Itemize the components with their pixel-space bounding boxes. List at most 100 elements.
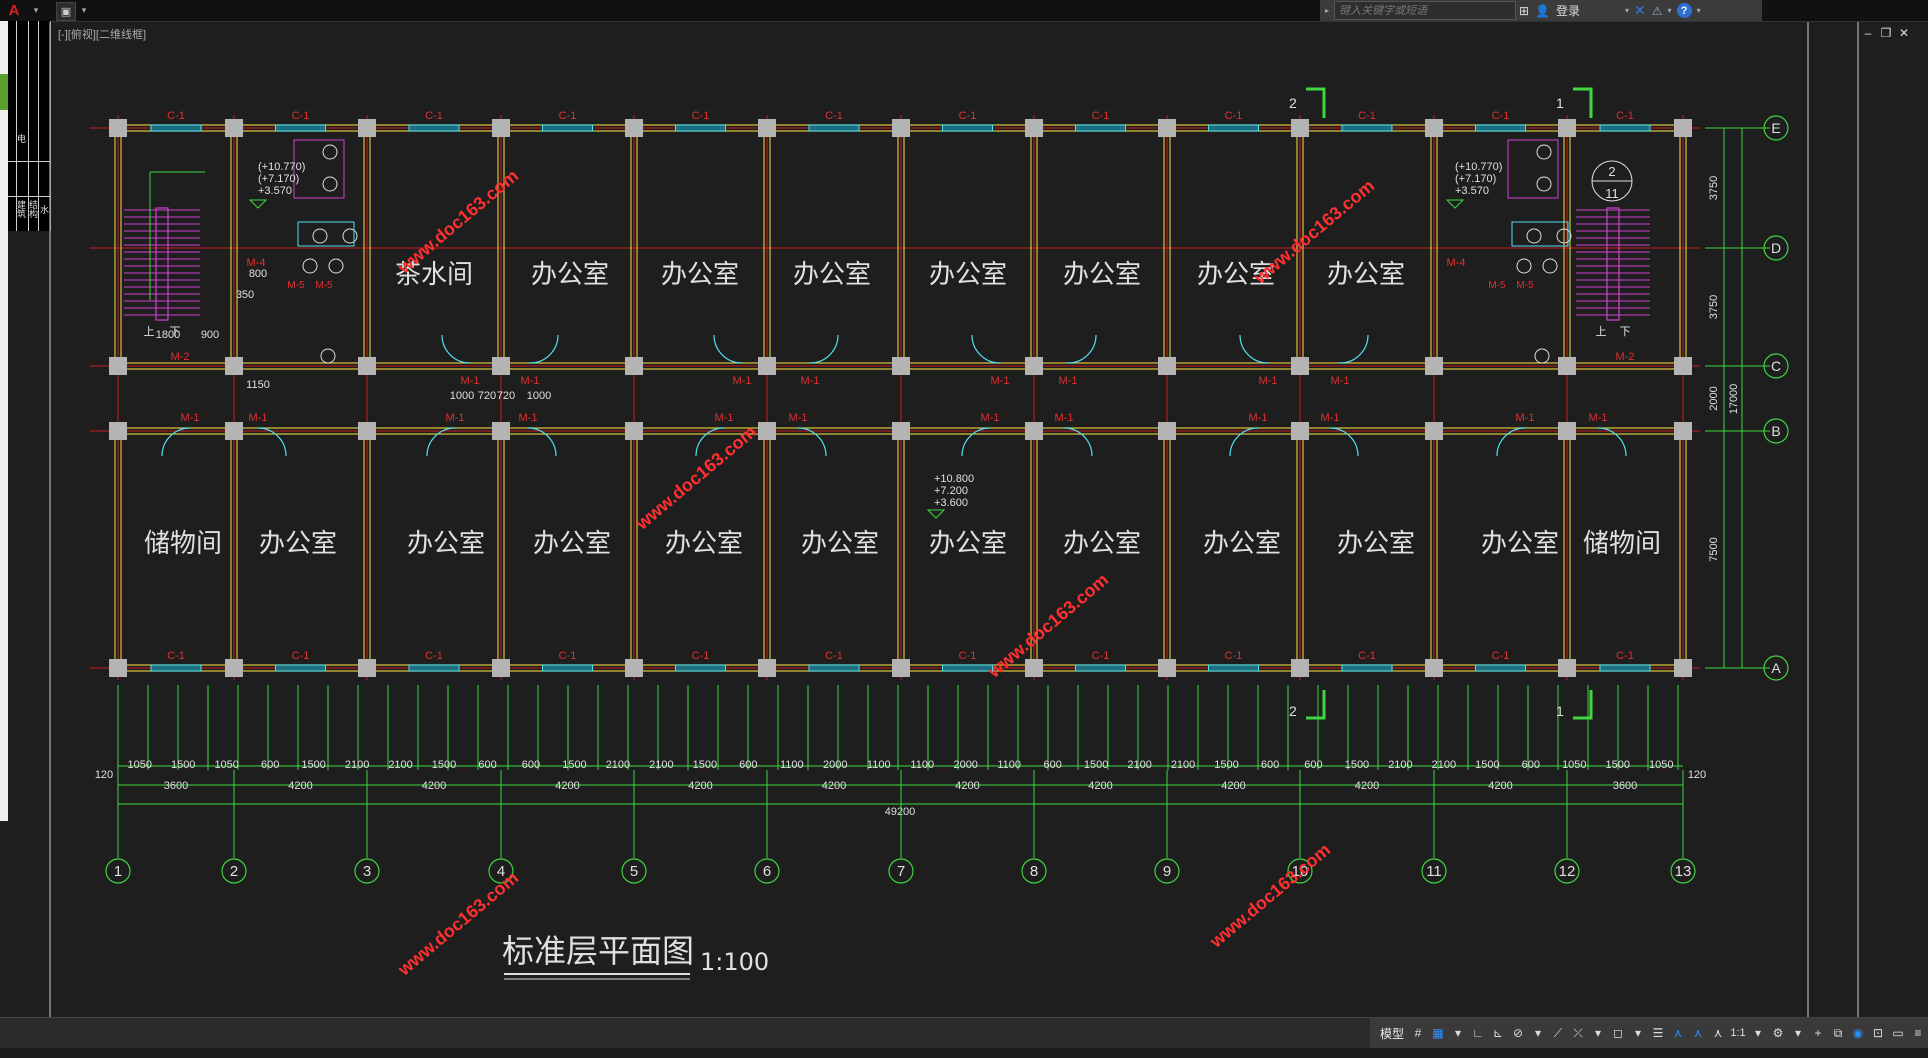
column	[109, 659, 127, 677]
plus-icon[interactable]: +	[1809, 1022, 1827, 1044]
room-label-bottom: 办公室	[533, 529, 611, 559]
stair-dim: 350	[236, 289, 254, 301]
units-icon[interactable]: ⧉	[1829, 1022, 1847, 1044]
column	[892, 422, 910, 440]
grid-letter: C	[1771, 358, 1781, 374]
hardware-acceleration-icon[interactable]: ◉	[1849, 1022, 1867, 1044]
section-label: 1	[1556, 95, 1564, 111]
window-c1	[1208, 664, 1259, 672]
door-tag: M-1	[715, 412, 734, 424]
detail-dim: 600	[261, 759, 279, 771]
room-label-bottom: 办公室	[665, 529, 743, 559]
grid-number: 6	[763, 863, 771, 880]
room-label-top: 办公室	[793, 260, 871, 290]
room-label-bottom: 办公室	[929, 529, 1007, 559]
toilet-icon	[322, 176, 338, 192]
infer-constraints-icon[interactable]: ∟	[1469, 1022, 1487, 1044]
annotation-scale-icon[interactable]: ⋏	[1709, 1022, 1727, 1044]
level-text-wc: (+10.770)	[258, 161, 305, 173]
door-swing	[809, 334, 839, 364]
window-tag: C-1	[559, 650, 577, 662]
column	[1558, 659, 1576, 677]
annotation-visibility-icon[interactable]: ⋏	[1669, 1022, 1687, 1044]
snap-dropdown-icon[interactable]: ▾	[1449, 1022, 1467, 1044]
toilet-icon	[1534, 348, 1550, 364]
polar-tracking-icon[interactable]: ⊘	[1509, 1022, 1527, 1044]
total-dim: 49200	[885, 806, 916, 818]
ortho-mode-icon[interactable]: ⊾	[1489, 1022, 1507, 1044]
drawing-scale-text: 1:100	[700, 948, 769, 976]
door-swing	[257, 427, 287, 457]
customization-icon[interactable]: ≡	[1909, 1022, 1927, 1044]
grid-display-icon[interactable]: #	[1409, 1022, 1427, 1044]
window-c1	[150, 124, 202, 132]
detail-dim: 1500	[1606, 759, 1630, 771]
grid-letter: E	[1771, 120, 1780, 136]
door-swing	[529, 334, 559, 364]
clean-screen-icon[interactable]: ▭	[1889, 1022, 1907, 1044]
workspace-dropdown-icon[interactable]: ▾	[1789, 1022, 1807, 1044]
window-tag: C-1	[959, 110, 977, 122]
detail-dim: 2100	[1127, 759, 1151, 771]
osnap-dropdown-icon[interactable]: ▾	[1589, 1022, 1607, 1044]
detail-dim: 1500	[1214, 759, 1238, 771]
column	[758, 357, 776, 375]
column	[758, 119, 776, 137]
column	[225, 119, 243, 137]
detail-dim: 2000	[823, 759, 847, 771]
stair-rail	[155, 207, 169, 321]
isometric-drafting-icon[interactable]: ⟋	[1549, 1022, 1567, 1044]
level-text-wc: +3.570	[1455, 185, 1489, 197]
door-tag-m2: M-2	[171, 351, 190, 363]
stairs: 上下上下	[124, 171, 1650, 338]
door-swing	[1496, 427, 1526, 457]
detail-dim: 1050	[1562, 759, 1586, 771]
isolate-objects-icon[interactable]: ⊡	[1869, 1022, 1887, 1044]
drawing-canvas[interactable]: 上下上下 C-1C-1C-1C-1C-1C-1C-1C-1C-1C-1C-1C-…	[0, 0, 1928, 1017]
stair-rail	[1606, 207, 1620, 321]
annotation-scale-dropdown[interactable]: 1:1	[1729, 1022, 1747, 1044]
toilet-icon	[322, 144, 338, 160]
door-tag: M-1	[1589, 412, 1608, 424]
stair-down-label: 下	[1620, 326, 1631, 338]
toilet-icon	[1542, 258, 1558, 274]
scale-dropdown-icon[interactable]: ▾	[1749, 1022, 1767, 1044]
auto-scale-icon[interactable]: ⋏	[1689, 1022, 1707, 1044]
sink-counter	[297, 221, 355, 247]
detail-dim: 600	[739, 759, 757, 771]
window-tag: C-1	[559, 110, 577, 122]
door-swing	[961, 427, 991, 457]
detail-dim: 1500	[432, 759, 456, 771]
section-label: 2	[1289, 703, 1297, 719]
lineweight-icon[interactable]: ☰	[1649, 1022, 1667, 1044]
object-snap-icon[interactable]: ◻	[1609, 1022, 1627, 1044]
door-tag: M-1	[1249, 412, 1268, 424]
section-cut-mark	[1306, 690, 1326, 720]
polar-dropdown-icon[interactable]: ▾	[1529, 1022, 1547, 1044]
detail-dim: 600	[522, 759, 540, 771]
corridor-dim: 720	[497, 390, 515, 402]
column	[1291, 357, 1309, 375]
snap-mode-icon[interactable]: ▦	[1429, 1022, 1447, 1044]
model-tab-button[interactable]: 模型	[1377, 1022, 1407, 1044]
workspace-gear-icon[interactable]: ⚙	[1769, 1022, 1787, 1044]
window-c1	[1341, 124, 1393, 132]
object-snap-dropdown-icon[interactable]: ▾	[1629, 1022, 1647, 1044]
bay-dim: 4200	[1488, 780, 1512, 792]
column	[358, 422, 376, 440]
column	[492, 357, 510, 375]
column	[1158, 119, 1176, 137]
room-label-bottom: 办公室	[801, 529, 879, 559]
object-snap-tracking-icon[interactable]: ⤫	[1569, 1022, 1587, 1044]
column	[1558, 357, 1576, 375]
door-swing	[1597, 427, 1627, 457]
bay-dim: 4200	[688, 780, 712, 792]
stair-up-label: 上	[1596, 325, 1607, 338]
door-swing	[1329, 427, 1359, 457]
door-tag: M-1	[461, 375, 480, 387]
bay-dim: 3600	[164, 780, 188, 792]
column	[1674, 422, 1692, 440]
column	[1674, 659, 1692, 677]
toilet-icon	[1516, 258, 1532, 274]
level-text-office: +3.600	[934, 497, 968, 509]
